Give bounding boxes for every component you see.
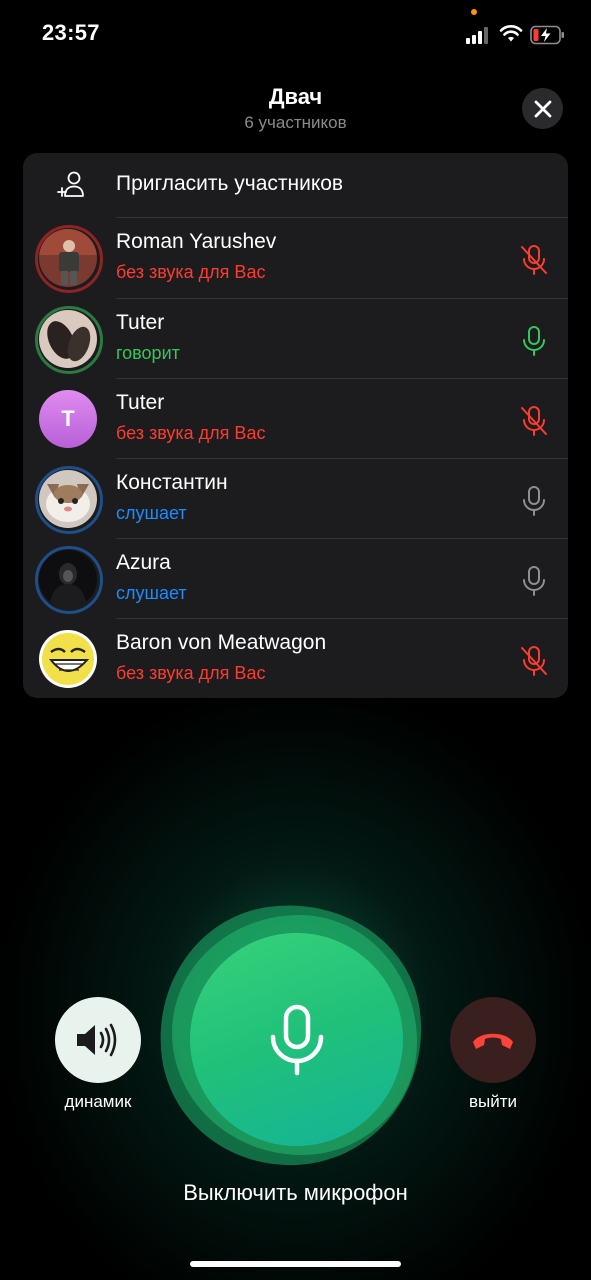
participant-name: Baron von Meatwagon	[116, 631, 327, 654]
avatar	[39, 550, 97, 608]
participant-row-tuter-speaking[interactable]: Tuter говорит	[23, 299, 568, 379]
leave-label: выйти	[468, 1092, 518, 1111]
mic-muted-icon[interactable]	[517, 644, 551, 678]
mic-icon	[270, 1004, 323, 1075]
participant-status: слушает	[116, 503, 187, 523]
participant-row-konstantin[interactable]: Константин слушает	[23, 459, 568, 539]
home-indicator[interactable]	[190, 1261, 401, 1267]
avatar-letter: T	[61, 406, 75, 431]
speaker-icon	[77, 1023, 117, 1057]
participant-status: говорит	[116, 343, 180, 363]
invite-label: Пригласить участников	[116, 172, 344, 195]
invite-participants-button[interactable]: Пригласить участников	[23, 153, 568, 217]
close-button[interactable]	[522, 88, 563, 129]
participant-status: без звука для Вас	[116, 423, 266, 443]
participant-status: без звука для Вас	[116, 663, 266, 683]
mic-speaking-icon[interactable]	[517, 324, 551, 358]
participant-name: Tuter	[116, 391, 165, 414]
mute-microphone-button[interactable]	[190, 933, 403, 1146]
privacy-indicator-dot	[471, 9, 477, 15]
avatar	[39, 229, 97, 287]
speaker-button[interactable]	[55, 997, 141, 1083]
avatar	[39, 630, 97, 688]
mute-microphone-label: Выключить микрофон	[183, 1180, 408, 1205]
avatar	[39, 310, 97, 368]
chat-title: Двач	[268, 84, 323, 109]
battery-charging-icon	[530, 25, 564, 45]
hang-up-icon	[473, 1033, 513, 1049]
add-user-icon	[57, 171, 84, 197]
participant-name: Roman Yarushev	[116, 230, 277, 253]
wifi-icon	[499, 25, 523, 42]
participant-count: 6 участников	[244, 113, 347, 132]
close-icon	[534, 100, 551, 117]
participants-panel: Пригласить участников Roman Yarushev без…	[23, 153, 568, 698]
avatar	[39, 470, 97, 528]
mic-muted-icon[interactable]	[517, 243, 551, 277]
participant-name: Константин	[116, 471, 228, 494]
participant-row-roman-yarushev[interactable]: Roman Yarushev без звука для Вас	[23, 218, 568, 298]
leave-button[interactable]	[450, 997, 536, 1083]
mic-muted-icon[interactable]	[517, 404, 551, 438]
participant-row-baron-von-meatwagon[interactable]: Baron von Meatwagon без звука для Вас	[23, 619, 568, 698]
participant-row-azura[interactable]: Azura слушает	[23, 539, 568, 619]
participant-name: Tuter	[116, 311, 165, 334]
participant-status: слушает	[116, 583, 187, 603]
participant-row-tuter[interactable]: T Tuter без звука для Вас	[23, 379, 568, 459]
mic-icon[interactable]	[517, 484, 551, 518]
status-time: 23:57	[42, 20, 100, 45]
voice-chat-screen: 23:57 Двач 6 участников Пригласить участ…	[0, 0, 591, 1280]
avatar: T	[39, 390, 97, 448]
speaker-label: динамик	[64, 1092, 132, 1111]
cellular-signal-icon	[466, 26, 492, 44]
status-bar: 23:57	[0, 0, 591, 70]
mic-icon[interactable]	[517, 564, 551, 598]
participant-name: Azura	[116, 551, 171, 574]
participant-status: без звука для Вас	[116, 262, 266, 282]
